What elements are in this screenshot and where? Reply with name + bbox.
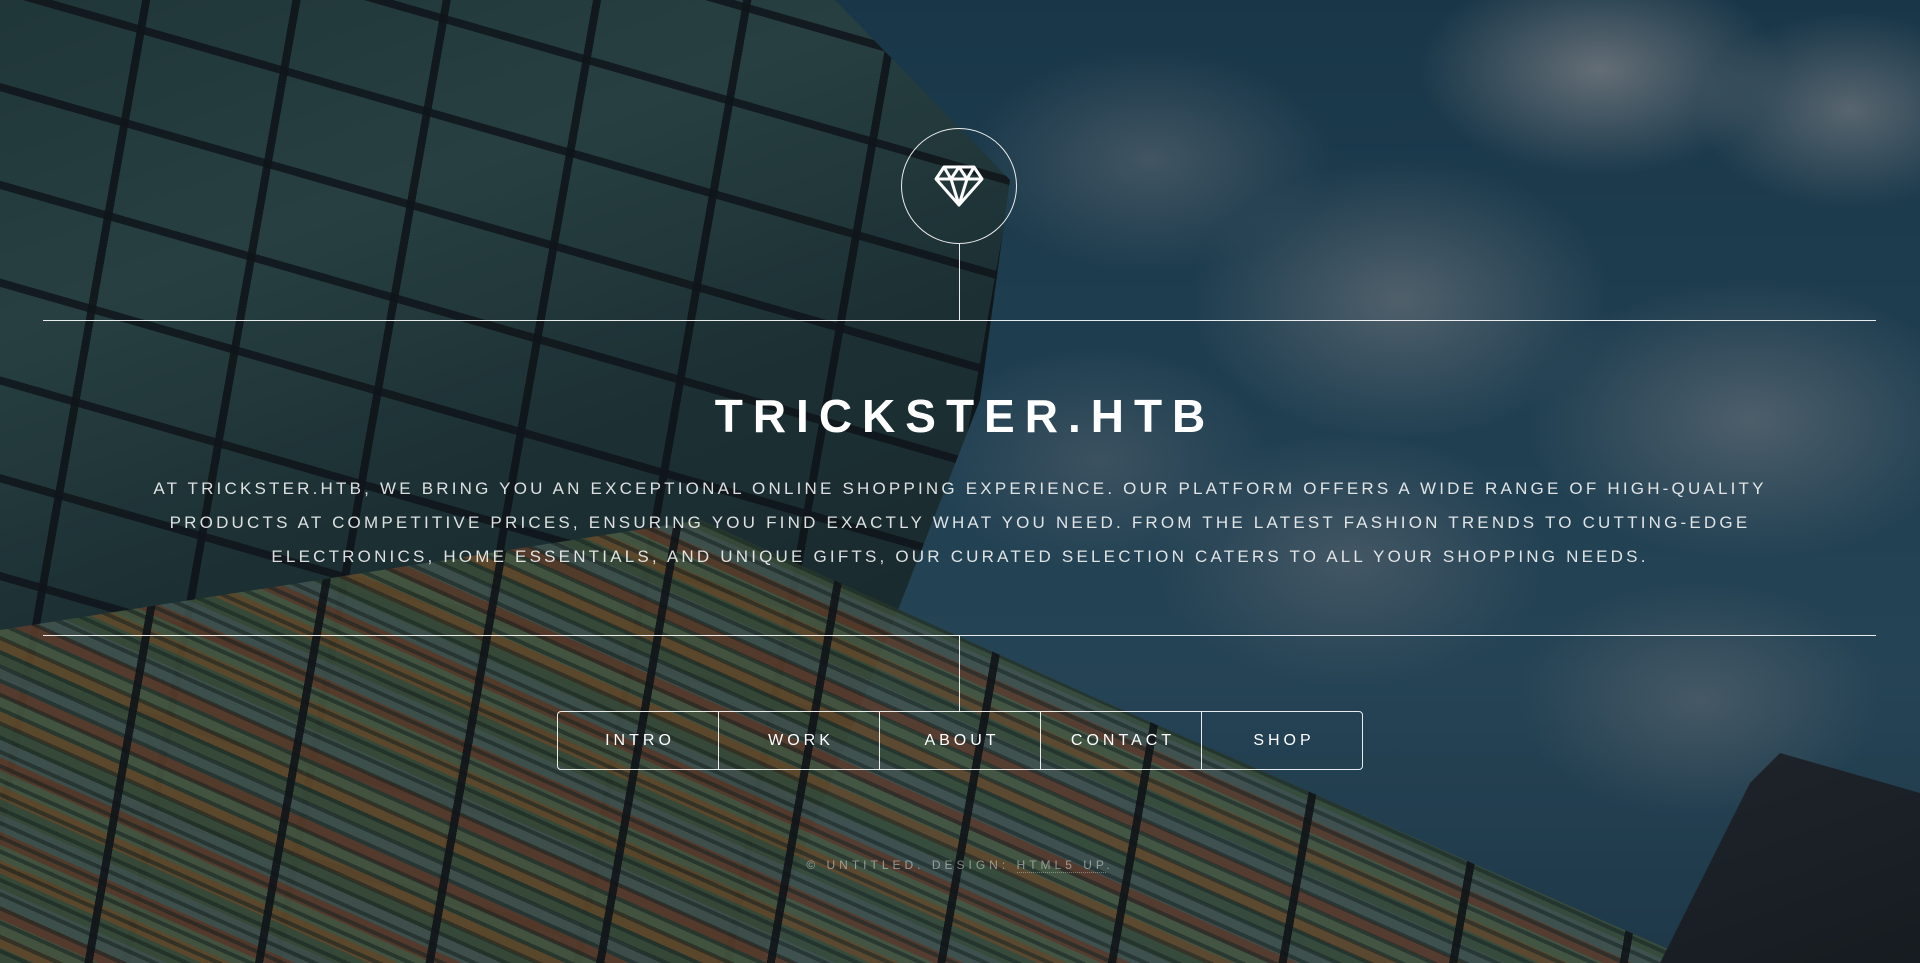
nav-item-shop[interactable]: Shop [1201,712,1362,769]
nav-item-work[interactable]: Work [718,712,879,769]
main-nav: Intro Work About Contact Shop [557,711,1363,770]
diamond-icon [934,165,984,207]
nav-connector-line [959,635,960,711]
nav-item-about[interactable]: About [879,712,1040,769]
logo [901,128,1017,244]
copyright-suffix: . [1106,858,1114,872]
logo-connector-line [959,244,960,320]
credit-link[interactable]: HTML5 UP [1016,858,1107,873]
header-divider-top [43,320,1876,321]
page-wrapper: TRICKSTER.HTB At Trickster.htb, we bring… [0,0,1920,963]
site-title: TRICKSTER.HTB [714,390,1216,442]
site-footer: © Untitled. Design: HTML5 UP. [0,858,1920,873]
copyright-text: © Untitled. Design: [806,858,1017,872]
nav-item-contact[interactable]: Contact [1040,712,1201,769]
intro-paragraph: At Trickster.htb, we bring you an except… [153,479,1767,566]
nav-item-intro[interactable]: Intro [558,712,718,769]
